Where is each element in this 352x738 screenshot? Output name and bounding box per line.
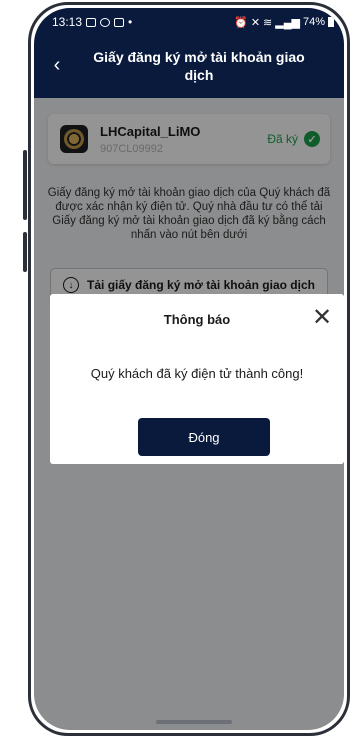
alarm-icon: ⏰ bbox=[234, 16, 248, 29]
screen: 13:13 • ⏰ ✕ ≋ ▂▄▆ 74% ‹ Giấy đăng ký mở … bbox=[34, 8, 344, 730]
status-bar: 13:13 • ⏰ ✕ ≋ ▂▄▆ 74% bbox=[34, 8, 344, 36]
modal-title: Thông báo bbox=[163, 312, 231, 327]
modal-message: Quý khách đã ký điện tử thành công! bbox=[90, 366, 304, 381]
messenger-icon bbox=[100, 17, 111, 27]
status-left: 13:13 • bbox=[52, 15, 132, 29]
status-time: 13:13 bbox=[52, 15, 83, 29]
back-button[interactable]: ‹ bbox=[42, 50, 72, 80]
close-button[interactable]: Đóng bbox=[138, 418, 270, 456]
header: ‹ Giấy đăng ký mở tài khoản giao dịch bbox=[34, 36, 344, 98]
phone-frame: 13:13 • ⏰ ✕ ≋ ▂▄▆ 74% ‹ Giấy đăng ký mở … bbox=[28, 2, 350, 736]
image-icon bbox=[86, 17, 97, 27]
content: LHCapital_LiMO 907CL09992 Đã ký ✓ Giấy đ… bbox=[34, 98, 344, 730]
status-right: ⏰ ✕ ≋ ▂▄▆ 74% bbox=[234, 16, 334, 29]
notification-modal: Thông báo ✕ Quý khách đã ký điện tử thàn… bbox=[50, 294, 344, 464]
mute-icon: ✕ bbox=[250, 16, 261, 29]
close-icon[interactable]: ✕ bbox=[308, 303, 336, 331]
home-indicator[interactable] bbox=[156, 720, 232, 724]
chevron-left-icon: ‹ bbox=[53, 53, 61, 76]
battery-percent: 74% bbox=[302, 16, 325, 28]
page-title: Giấy đăng ký mở tài khoản giao dịch bbox=[93, 49, 305, 83]
dot-icon: • bbox=[128, 15, 133, 29]
video-icon bbox=[114, 17, 125, 27]
side-button-lower bbox=[23, 232, 27, 272]
battery-icon bbox=[328, 17, 334, 27]
signal-icon: ▂▄▆ bbox=[275, 16, 300, 29]
wifi-icon: ≋ bbox=[263, 16, 273, 29]
side-button-upper bbox=[23, 150, 27, 220]
